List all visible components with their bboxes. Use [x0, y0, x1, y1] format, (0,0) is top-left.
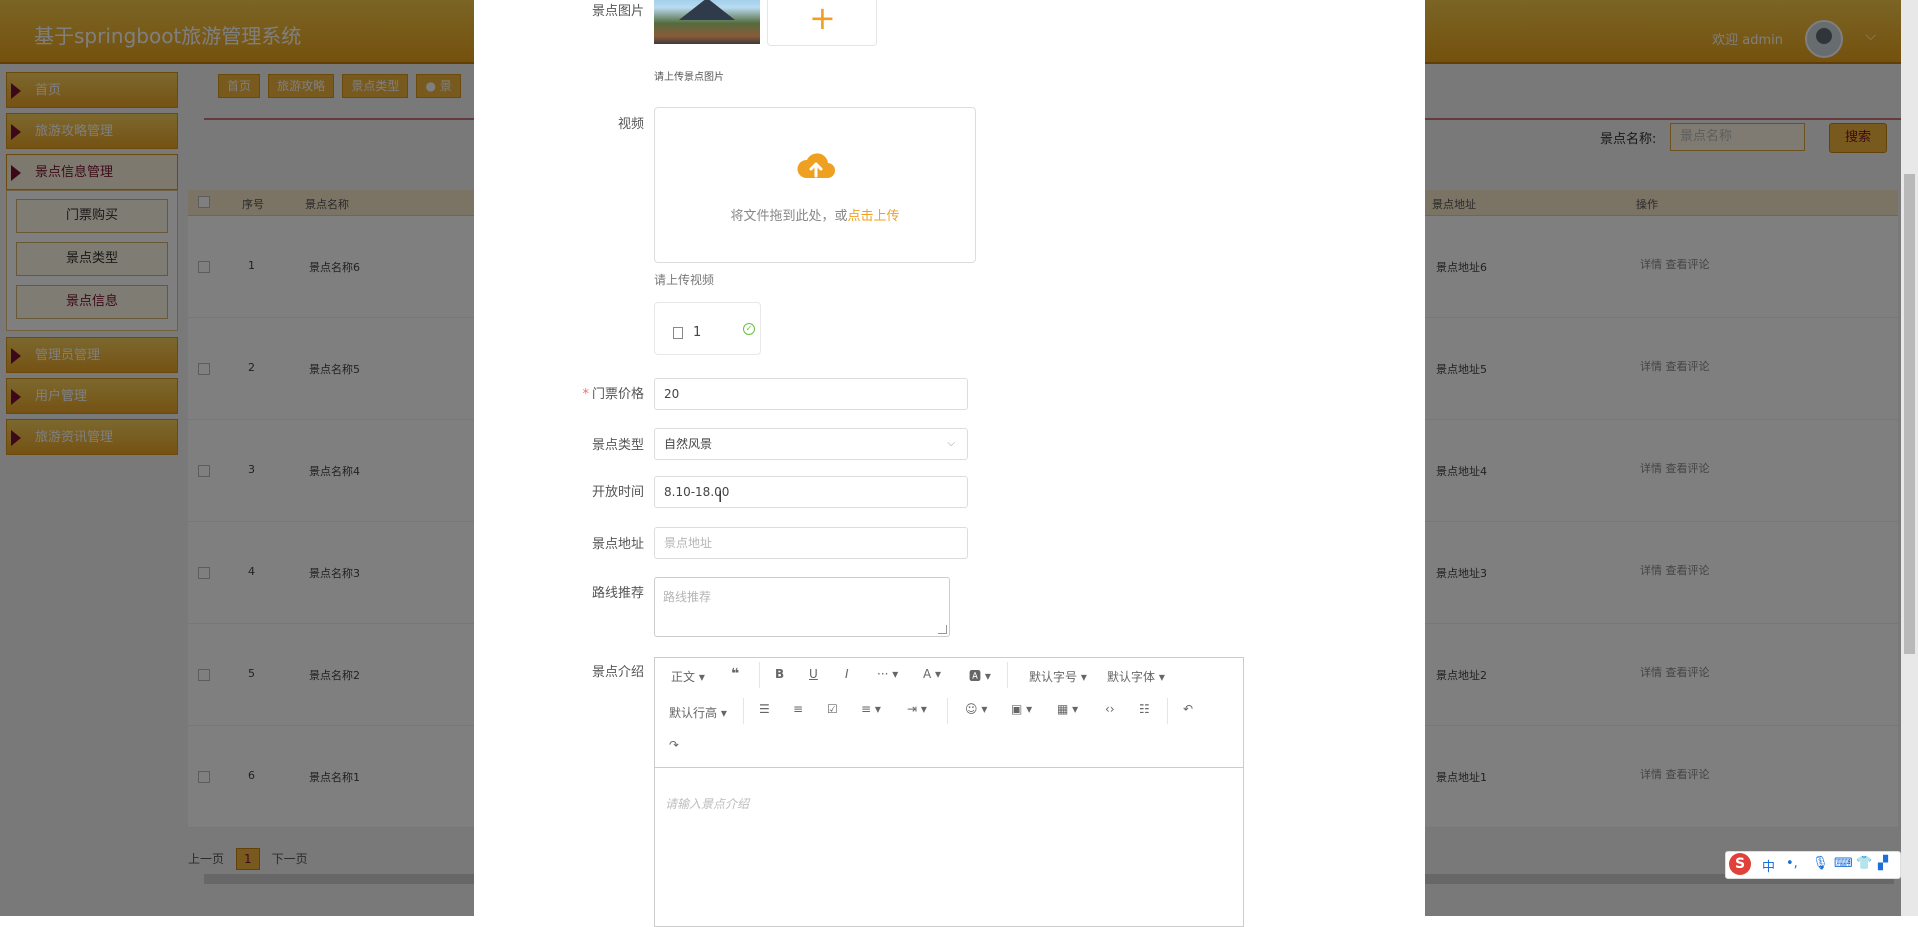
resize-handle-icon[interactable]: [938, 625, 947, 634]
microphone-icon[interactable]: 🎙: [1812, 856, 1829, 871]
drop-zone-text: 将文件拖到此处，或点击上传: [655, 205, 975, 224]
more-styles-icon[interactable]: ··· ▾: [877, 667, 898, 681]
drop-zone-hint: 将文件拖到此处，或: [730, 209, 848, 224]
image-label: 景点图片: [591, 4, 644, 19]
editor-placeholder: 请输入景点介绍: [665, 797, 750, 811]
ime-toolbar: S 中 •, 🎙 ⌨ 👕 ▞: [1725, 851, 1901, 879]
image-upload-button[interactable]: +: [767, 0, 877, 46]
redo-icon[interactable]: ↷: [669, 738, 679, 752]
toolbar-divider: [743, 698, 744, 724]
type-select[interactable]: 自然风景 ⌵: [654, 428, 968, 460]
vertical-scrollbar[interactable]: [1901, 0, 1918, 916]
divider-icon[interactable]: ☷: [1139, 702, 1150, 716]
paragraph-label: 正文: [671, 670, 696, 684]
toolbar-divider: [759, 662, 760, 688]
todo-checkbox-icon[interactable]: ☑: [827, 702, 838, 716]
paragraph-dropdown[interactable]: 正文 ▾: [671, 668, 705, 685]
route-label: 路线推荐: [591, 586, 644, 601]
uploaded-file-card[interactable]: 1 ✓: [654, 302, 761, 355]
rich-text-editor: 正文 ▾ ❝ B U I ··· ▾ A ▾ 🅰 ▾ 默认字号 ▾ 默认字体 ▾…: [654, 657, 1244, 927]
indent-icon[interactable]: ⇥ ▾: [907, 702, 927, 716]
bold-icon[interactable]: B: [775, 667, 784, 681]
line-height-label: 默认行高: [669, 706, 718, 720]
text-cursor-icon: I: [718, 488, 723, 506]
undo-icon[interactable]: ↶: [1183, 702, 1193, 716]
open-time-label: 开放时间: [591, 485, 644, 500]
italic-icon[interactable]: I: [845, 667, 849, 681]
uploaded-file-name: 1: [693, 325, 702, 340]
type-select-value: 自然风景: [664, 437, 713, 451]
emoji-icon[interactable]: ☺ ▾: [965, 702, 987, 716]
plus-icon: +: [809, 0, 836, 37]
image-icon[interactable]: ▣ ▾: [1011, 702, 1032, 716]
editor-toolbar: 正文 ▾ ❝ B U I ··· ▾ A ▾ 🅰 ▾ 默认字号 ▾ 默认字体 ▾…: [655, 658, 1243, 768]
chevron-down-icon: ⌵: [947, 438, 955, 449]
intro-label: 景点介绍: [591, 665, 644, 680]
pagoda-roof-shape: [679, 0, 735, 20]
skin-icon[interactable]: 👕: [1856, 856, 1872, 871]
font-family-label: 默认字体: [1107, 670, 1156, 684]
video-drop-zone[interactable]: 将文件拖到此处，或点击上传: [654, 107, 976, 263]
font-color-icon[interactable]: A ▾: [923, 667, 941, 681]
font-size-label: 默认字号: [1029, 670, 1078, 684]
numbered-list-icon[interactable]: ≡: [793, 702, 803, 716]
font-size-dropdown[interactable]: 默认字号 ▾: [1029, 668, 1087, 685]
attraction-image-thumbnail[interactable]: [654, 0, 760, 44]
sogou-logo-icon[interactable]: S: [1729, 853, 1751, 875]
line-height-dropdown[interactable]: 默认行高 ▾: [669, 704, 727, 721]
required-marker: *: [582, 387, 589, 402]
bulleted-list-icon[interactable]: ☰: [759, 702, 770, 716]
background-color-icon[interactable]: 🅰 ▾: [969, 667, 991, 684]
toolbar-divider: [1167, 698, 1168, 724]
price-input[interactable]: 20: [654, 378, 968, 410]
open-time-input[interactable]: 8.10-18.00: [654, 476, 968, 508]
underline-icon[interactable]: U: [809, 667, 818, 681]
address-input[interactable]: 景点地址: [654, 527, 968, 559]
ime-language-toggle[interactable]: 中: [1762, 856, 1775, 875]
video-upload-tip: 请上传视频: [654, 273, 715, 287]
scrollbar-thumb[interactable]: [1904, 174, 1915, 654]
image-upload-tip: 请上传景点图片: [654, 72, 724, 83]
toolbar-divider: [1007, 662, 1008, 688]
address-label: 景点地址: [591, 537, 644, 552]
quote-icon[interactable]: ❝: [731, 666, 739, 682]
punctuation-icon[interactable]: •,: [1786, 856, 1798, 871]
type-label: 景点类型: [591, 438, 644, 453]
code-icon[interactable]: ‹›: [1105, 702, 1115, 716]
route-placeholder: 路线推荐: [663, 590, 712, 604]
toolbar-divider: [947, 698, 948, 724]
align-icon[interactable]: ≡ ▾: [861, 702, 881, 716]
upload-cloud-icon: [797, 153, 836, 179]
keyboard-icon[interactable]: ⌨: [1834, 856, 1853, 871]
table-icon[interactable]: ▦ ▾: [1057, 702, 1078, 716]
check-circle-icon: ✓: [743, 323, 755, 335]
click-upload-link[interactable]: 点击上传: [848, 209, 900, 224]
font-family-dropdown[interactable]: 默认字体 ▾: [1107, 668, 1165, 685]
price-label-text: 门票价格: [591, 387, 644, 402]
video-label: 视频: [617, 117, 644, 132]
route-textarea[interactable]: 路线推荐: [654, 577, 950, 637]
document-icon: [673, 327, 683, 339]
price-label: * 门票价格: [474, 383, 644, 402]
toolbox-icon[interactable]: ▞: [1878, 856, 1888, 871]
